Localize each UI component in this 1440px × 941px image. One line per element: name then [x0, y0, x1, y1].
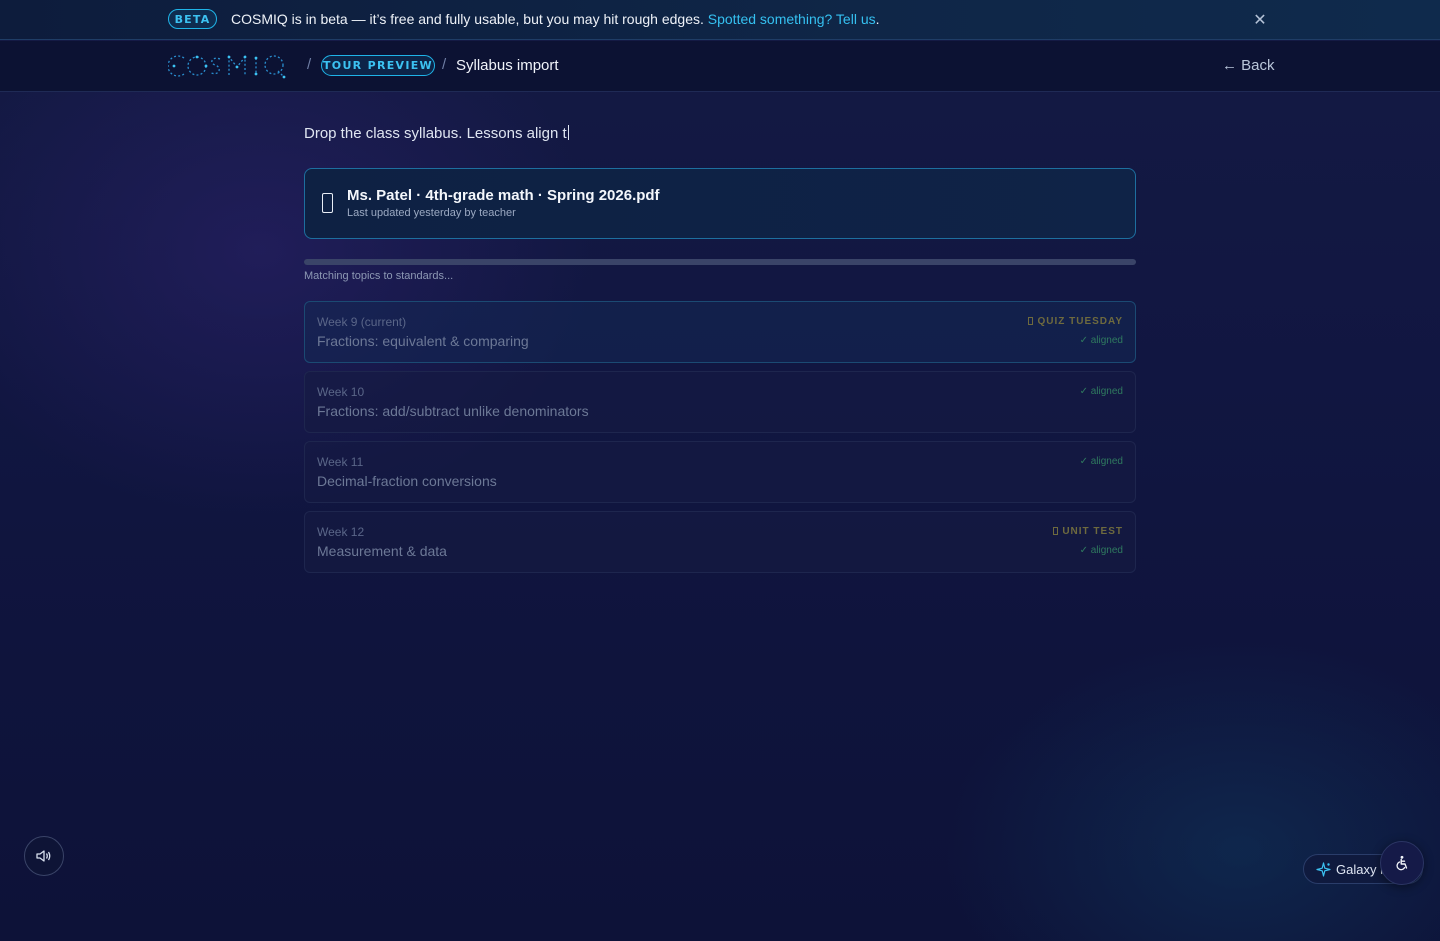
week-card[interactable]: Week 11 Decimal-fraction conversions ✓ a…: [304, 441, 1136, 503]
syllabus-file-card[interactable]: Ms. Patel · 4th-grade math · Spring 2026…: [304, 168, 1136, 239]
beta-badge: BETA: [168, 9, 217, 29]
banner-message-text: COSMIQ is in beta — it’s free and fully …: [231, 11, 708, 27]
top-nav: / TOUR PREVIEW / Syllabus import ← Back: [0, 41, 1440, 92]
cosmiq-logo[interactable]: [168, 51, 294, 81]
week-topic: Measurement & data: [317, 543, 447, 559]
clipboard-icon: [1053, 527, 1059, 535]
week-card[interactable]: Week 9 (current) Fractions: equivalent &…: [304, 301, 1136, 363]
unit-test-badge-label: UNIT TEST: [1062, 526, 1123, 537]
quiz-badge: QUIZ TUESDAY: [1028, 316, 1123, 327]
aligned-status: ✓ aligned: [1079, 386, 1123, 397]
quiz-badge-label: QUIZ TUESDAY: [1037, 316, 1123, 327]
week-topic: Fractions: equivalent & comparing: [317, 333, 529, 349]
tour-preview-badge: TOUR PREVIEW: [321, 55, 435, 76]
breadcrumb-separator: /: [442, 56, 447, 73]
beta-banner: BETA COSMIQ is in beta — it’s free and f…: [0, 0, 1440, 40]
aligned-status: ✓ aligned: [1079, 456, 1123, 467]
aligned-status: ✓ aligned: [1079, 335, 1123, 346]
sparkle-icon: [1316, 862, 1331, 877]
week-topic: Decimal-fraction conversions: [317, 473, 497, 489]
breadcrumb-current: Syllabus import: [456, 57, 559, 74]
banner-message-end: .: [875, 11, 880, 27]
accessibility-icon: [1396, 855, 1408, 871]
text-cursor: [567, 125, 569, 140]
file-name: Ms. Patel · 4th-grade math · Spring 2026…: [347, 187, 660, 204]
intro-text: Drop the class syllabus. Lessons align t: [304, 125, 569, 142]
phone-icon: [322, 193, 333, 213]
matching-progress-bar: [304, 259, 1136, 265]
back-button[interactable]: ← Back: [1222, 57, 1275, 74]
calendar-icon: [1028, 317, 1034, 325]
close-icon[interactable]: ✕: [1251, 10, 1269, 30]
banner-message: COSMIQ is in beta — it’s free and fully …: [231, 11, 880, 27]
week-card[interactable]: Week 12 Measurement & data UNIT TEST ✓ a…: [304, 511, 1136, 573]
sound-toggle-button[interactable]: [24, 836, 64, 876]
breadcrumb-separator: /: [307, 56, 312, 73]
week-label: Week 9 (current): [317, 315, 407, 329]
accessibility-button[interactable]: [1380, 841, 1424, 885]
progress-fill: [304, 259, 1136, 265]
week-label: Week 10: [317, 385, 365, 399]
week-label: Week 12: [317, 525, 365, 539]
aligned-status: ✓ aligned: [1079, 545, 1123, 556]
intro-typed-text: Drop the class syllabus. Lessons align t: [304, 125, 567, 142]
progress-label: Matching topics to standards...: [304, 270, 454, 282]
file-meta: Last updated yesterday by teacher: [347, 207, 516, 219]
unit-test-badge: UNIT TEST: [1053, 526, 1123, 537]
speaker-icon: [36, 850, 51, 862]
week-card[interactable]: Week 10 Fractions: add/subtract unlike d…: [304, 371, 1136, 433]
feedback-link[interactable]: Spotted something? Tell us: [708, 11, 876, 27]
week-topic: Fractions: add/subtract unlike denominat…: [317, 403, 589, 419]
week-label: Week 11: [317, 455, 364, 469]
